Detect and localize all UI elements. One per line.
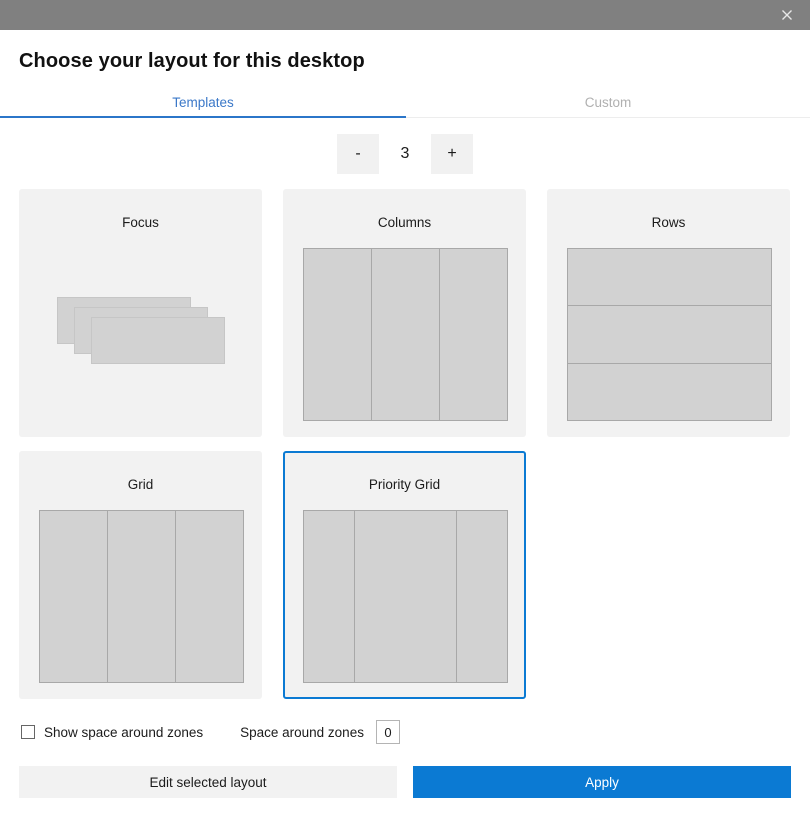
- layout-card-title: Focus: [122, 215, 159, 230]
- zone: [39, 510, 108, 683]
- layout-card-title: Columns: [377, 215, 432, 230]
- zone: [107, 510, 176, 683]
- title-bar: [0, 0, 810, 30]
- increment-zones-button[interactable]: +: [431, 134, 473, 174]
- layout-card-priority-grid[interactable]: Priority Grid: [283, 451, 526, 699]
- zone-count-stepper: - 3 +: [337, 134, 473, 174]
- zone-container: [567, 248, 772, 421]
- tab-strip: Templates Custom: [0, 93, 810, 119]
- zone: [303, 248, 372, 421]
- layout-preview-columns: [303, 248, 508, 421]
- layout-card-columns[interactable]: Columns: [283, 189, 526, 437]
- zone: [371, 248, 440, 421]
- layout-row-2: Grid Priority Grid: [19, 451, 791, 699]
- tab-templates[interactable]: Templates: [0, 93, 406, 117]
- zone-container: [303, 248, 508, 421]
- layout-card-focus[interactable]: Focus: [19, 189, 262, 437]
- layout-card-grid[interactable]: Grid: [19, 451, 262, 699]
- zone: [303, 510, 356, 683]
- zone: [175, 510, 244, 683]
- layout-card-rows[interactable]: Rows: [547, 189, 790, 437]
- zone: [354, 510, 457, 683]
- layout-template-grid: Focus Columns Rows Grid Priority Grid: [19, 189, 791, 713]
- space-around-zones-label: Space around zones: [240, 724, 364, 740]
- checkbox-box: [21, 725, 35, 739]
- apply-button[interactable]: Apply: [413, 766, 791, 798]
- layout-card-placeholder: [547, 451, 790, 699]
- zone: [567, 305, 772, 364]
- tab-active-indicator: [0, 116, 406, 118]
- decrement-zones-button[interactable]: -: [337, 134, 379, 174]
- zone: [567, 362, 772, 421]
- layout-row-1: Focus Columns Rows: [19, 189, 791, 437]
- fancyzones-layout-dialog: Choose your layout for this desktop Temp…: [0, 0, 810, 816]
- page-title: Choose your layout for this desktop: [19, 50, 365, 72]
- space-around-zones-input[interactable]: [375, 720, 400, 744]
- layout-card-title: Priority Grid: [368, 477, 441, 492]
- zone: [455, 510, 508, 683]
- layout-preview-focus: [39, 248, 244, 421]
- zone-container: [303, 510, 508, 683]
- close-button[interactable]: [764, 0, 810, 30]
- focus-window: [91, 317, 225, 364]
- layout-preview-grid: [39, 510, 244, 683]
- layout-preview-priority-grid: [303, 510, 508, 683]
- options-row: Show space around zones Space around zon…: [21, 719, 791, 745]
- show-space-around-zones-label: Show space around zones: [44, 724, 204, 740]
- show-space-around-zones-checkbox[interactable]: Show space around zones: [21, 725, 203, 740]
- tab-custom[interactable]: Custom: [406, 93, 810, 117]
- zone-count-value: 3: [400, 145, 410, 162]
- zone-container: [39, 510, 244, 683]
- zone: [439, 248, 508, 421]
- edit-selected-layout-button[interactable]: Edit selected layout: [19, 766, 397, 798]
- layout-card-title: Rows: [651, 215, 686, 230]
- layout-card-title: Grid: [127, 477, 154, 492]
- footer-actions: Edit selected layout Apply: [19, 766, 791, 798]
- close-icon: [782, 10, 792, 20]
- zone: [567, 248, 772, 307]
- layout-preview-rows: [567, 248, 772, 421]
- focus-window-stack: [39, 248, 244, 421]
